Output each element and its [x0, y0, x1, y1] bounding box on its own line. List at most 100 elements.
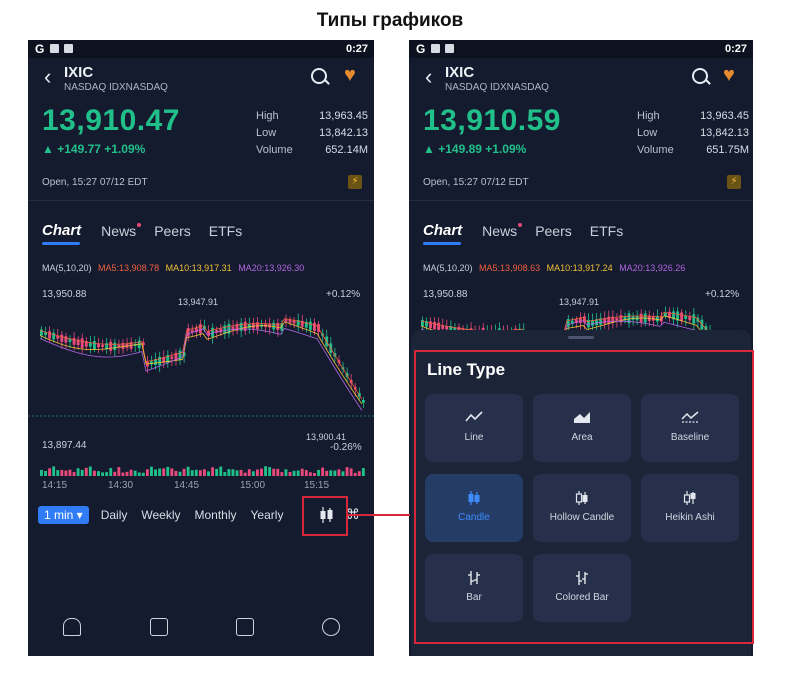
candle-body: [680, 312, 684, 321]
candle-body: [72, 337, 76, 345]
tab-news[interactable]: News: [482, 223, 523, 239]
candle-body: [437, 322, 441, 331]
image-notification-icon: [50, 44, 59, 53]
favorite-heart-icon[interactable]: ♥: [723, 64, 735, 87]
volume-bar: [101, 472, 104, 476]
search-icon[interactable]: [311, 68, 327, 84]
volume-label: Volume: [256, 144, 293, 156]
candle-body: [684, 315, 688, 319]
volume-bar: [145, 469, 149, 476]
ma10-value: MA10:13,917.24: [546, 263, 613, 273]
candle-body: [113, 342, 117, 350]
volume-bar: [317, 469, 320, 476]
volume-bar: [292, 470, 296, 476]
volume-bar: [243, 472, 247, 476]
volume-bar: [203, 469, 206, 476]
stats-panel[interactable]: High 13,963.45 Low 13,842.13 Volume 652.14M…: [256, 108, 368, 159]
volume-bar: [117, 467, 121, 476]
favorite-heart-icon[interactable]: ♥: [344, 64, 356, 87]
monthly-button[interactable]: Monthly: [195, 508, 237, 522]
ma10-line: [39, 321, 363, 405]
ma-label: MA(5,10,20): [42, 263, 92, 273]
volume-value: 652.14M: [325, 144, 368, 156]
candle-body: [223, 325, 227, 334]
volume-bar: [105, 472, 109, 476]
time-tick: 14:15: [42, 480, 68, 491]
daily-button[interactable]: Daily: [101, 508, 128, 522]
volume-bar: [215, 468, 219, 476]
tab-etfs[interactable]: ETFs: [209, 223, 242, 239]
tab-news[interactable]: News: [101, 223, 142, 239]
candle-body: [198, 324, 202, 334]
volume-bar: [194, 469, 198, 476]
candle-body: [219, 328, 223, 333]
market-open-text: Open, 15:27 07/12 EDT: [423, 177, 529, 188]
search-icon[interactable]: [692, 68, 708, 84]
candle-body: [292, 320, 296, 324]
back-arrow-icon[interactable]: ‹: [425, 66, 432, 88]
ma10-value: MA10:13,917.31: [165, 263, 232, 273]
tab-chart[interactable]: Chart: [42, 222, 81, 245]
volume-bar: [125, 471, 129, 476]
volume-bar: [325, 470, 329, 476]
alert-bell-icon[interactable]: [63, 618, 81, 636]
volume-bar: [68, 469, 72, 476]
app-notification-icon: [64, 44, 73, 53]
news-badge-dot: [137, 223, 142, 227]
volume-bar: [296, 470, 300, 476]
tab-chart[interactable]: Chart: [423, 222, 462, 245]
status-bar: G 0:27: [409, 40, 753, 58]
tab-peers[interactable]: Peers: [154, 223, 191, 239]
time-range-bar: 1 min ▾ Daily Weekly Monthly Yearly: [38, 506, 297, 524]
volume-bar: [284, 469, 288, 476]
highlight-connector: [346, 514, 410, 516]
volume-bar: [308, 472, 312, 476]
volume-bar: [56, 470, 60, 476]
lightning-icon[interactable]: ⚡: [727, 175, 741, 189]
candlestick-chart[interactable]: [28, 298, 374, 476]
volume-bar: [40, 469, 43, 476]
page-title: Типы графиков: [316, 10, 464, 31]
line-type-highlight: [414, 350, 754, 644]
volume-bar: [162, 468, 166, 476]
volume-bar: [48, 468, 52, 476]
stats-panel[interactable]: High 13,963.45 Low 13,842.13 Volume 651.75M…: [637, 108, 749, 159]
ma5-value: MA5:13,908.63: [479, 263, 541, 273]
volume-bar: [182, 468, 186, 476]
candle-body: [243, 321, 247, 331]
interval-1min-button[interactable]: 1 min ▾: [38, 506, 89, 524]
low-label: Low: [637, 127, 658, 139]
trade-dollar-icon[interactable]: [236, 618, 254, 636]
edit-note-icon[interactable]: [150, 618, 168, 636]
google-icon: G: [35, 42, 45, 56]
volume-bar: [231, 469, 235, 476]
volume-bar: [341, 471, 345, 476]
price-change: ▲ +149.77 +1.09%: [42, 142, 146, 156]
volume-bar: [227, 469, 231, 476]
volume-bar: [44, 471, 47, 476]
sheet-drag-handle[interactable]: [568, 336, 594, 339]
yearly-button[interactable]: Yearly: [251, 508, 284, 522]
tab-etfs[interactable]: ETFs: [590, 223, 623, 239]
image-notification-icon: [431, 44, 440, 53]
back-arrow-icon[interactable]: ‹: [44, 66, 51, 88]
volume-bar: [329, 470, 333, 476]
share-icon[interactable]: [322, 618, 340, 636]
weekly-button[interactable]: Weekly: [141, 508, 180, 522]
volume-bar: [154, 469, 157, 476]
tab-peers[interactable]: Peers: [535, 223, 572, 239]
candle-body: [68, 339, 72, 342]
candle-body: [433, 321, 436, 330]
candle-body: [692, 314, 696, 324]
volume-bar: [84, 467, 88, 476]
high-value: 13,963.45: [700, 110, 749, 122]
volume-bar: [276, 468, 280, 476]
price-change: ▲ +149.89 +1.09%: [423, 142, 527, 156]
volume-bar: [337, 469, 341, 476]
volume-bar: [80, 469, 84, 476]
volume-bar: [76, 468, 80, 476]
moving-average-legend: MA(5,10,20) MA5:13,908.63 MA10:13,917.24…: [423, 263, 689, 273]
volume-bar: [113, 471, 117, 476]
candle-body: [60, 334, 64, 343]
lightning-icon[interactable]: ⚡: [348, 175, 362, 189]
